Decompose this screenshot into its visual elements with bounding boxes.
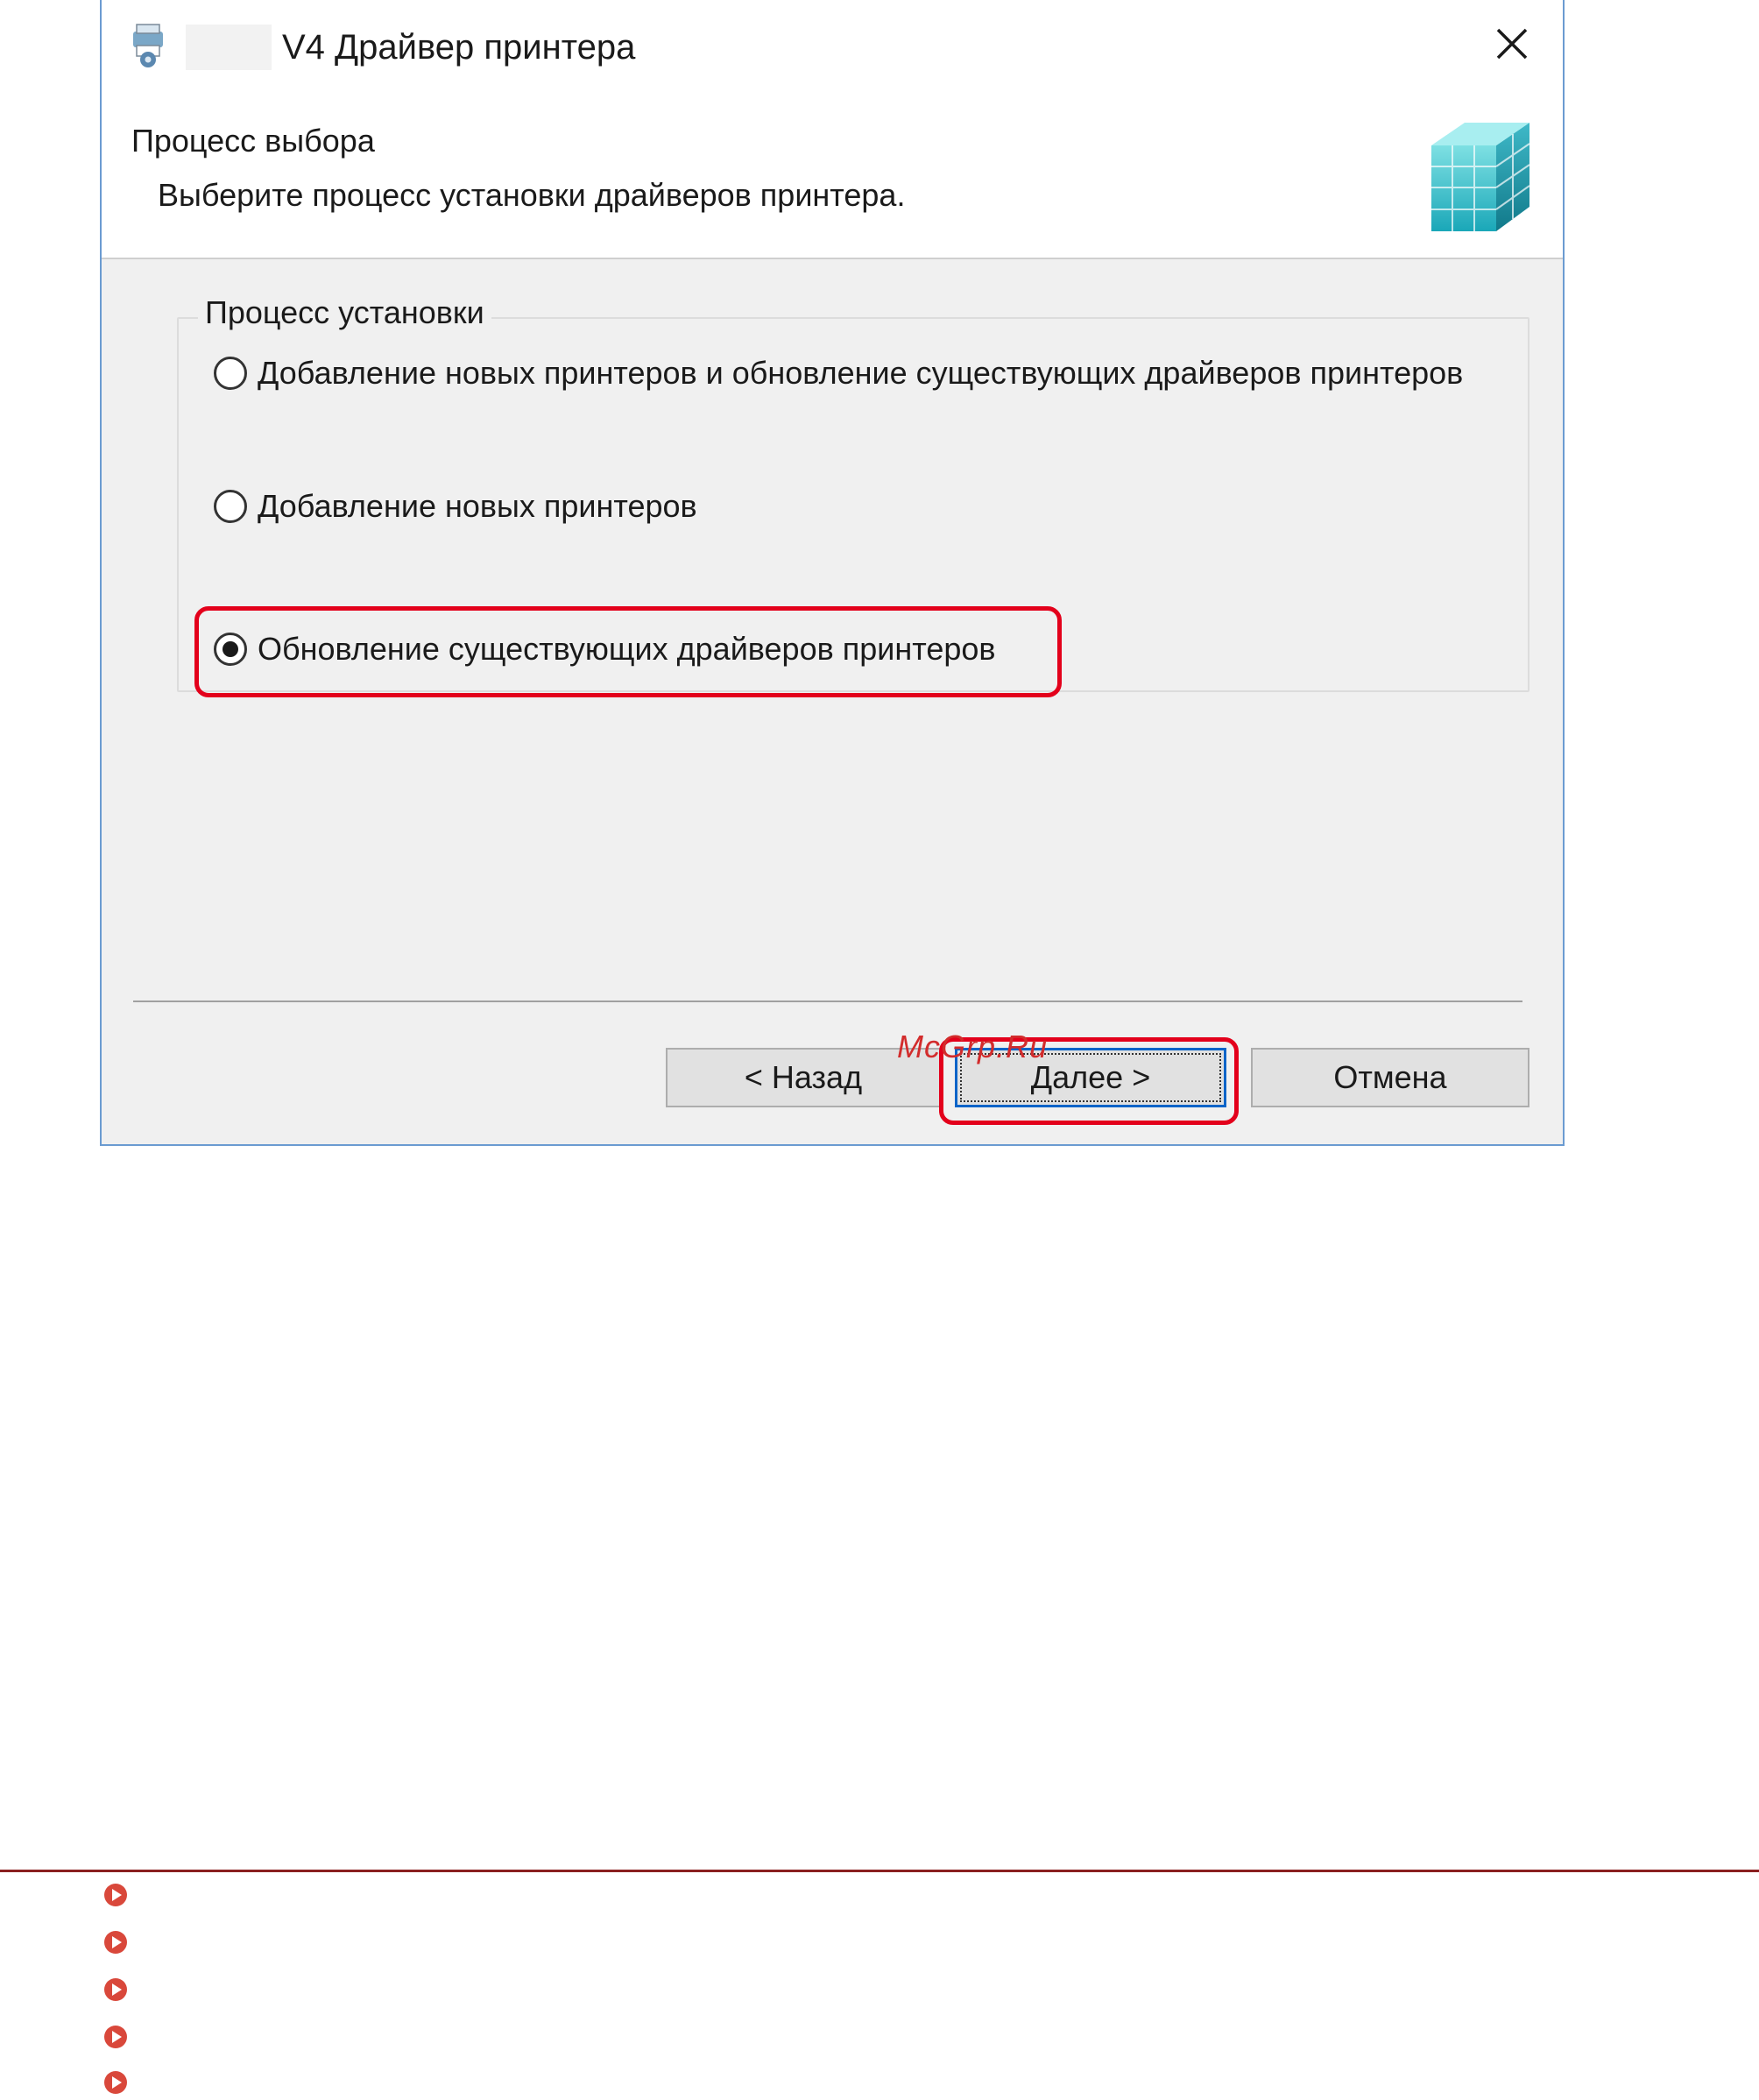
link-bullet-icon[interactable] <box>102 1976 129 2003</box>
option-add-and-update[interactable]: Добавление новых принтеров и обновление … <box>214 355 1463 392</box>
option-label: Добавление новых принтеров и обновление … <box>258 355 1464 391</box>
installer-dialog: V4 Драйвер принтера Процесс выбора Выбер… <box>100 0 1565 1146</box>
watermark: McGrp.Ru <box>897 1029 1049 1064</box>
title-bar: V4 Драйвер принтера <box>102 0 1563 96</box>
window-title: V4 Драйвер принтера <box>282 28 636 67</box>
group-label: Процесс установки <box>198 294 491 331</box>
option-add-new[interactable]: Добавление новых принтеров <box>214 488 697 525</box>
link-bullet-icon[interactable] <box>102 1882 129 1908</box>
link-bullet-icon[interactable] <box>102 2069 129 2096</box>
radio-add-and-update[interactable] <box>214 357 247 390</box>
title-redacted-block <box>186 25 272 70</box>
option-label: Добавление новых принтеров <box>258 488 697 524</box>
data-cube-logo-icon <box>1431 123 1530 231</box>
wizard-header: Процесс выбора Выберите процесс установк… <box>102 96 1563 259</box>
highlight-selected-option <box>194 606 1062 697</box>
cancel-button[interactable]: Отмена <box>1251 1048 1529 1107</box>
link-bullet-icon[interactable] <box>102 1929 129 1955</box>
section-rule <box>0 1870 1759 1872</box>
close-icon <box>1496 28 1528 60</box>
link-bullet-icon[interactable] <box>102 2024 129 2050</box>
close-button[interactable] <box>1486 18 1538 70</box>
page-subtitle: Выберите процесс установки драйверов при… <box>158 177 906 213</box>
radio-add-new[interactable] <box>214 490 247 523</box>
footer-divider <box>133 1001 1522 1002</box>
page-title: Процесс выбора <box>131 123 375 159</box>
printer-driver-app-icon <box>133 24 163 67</box>
